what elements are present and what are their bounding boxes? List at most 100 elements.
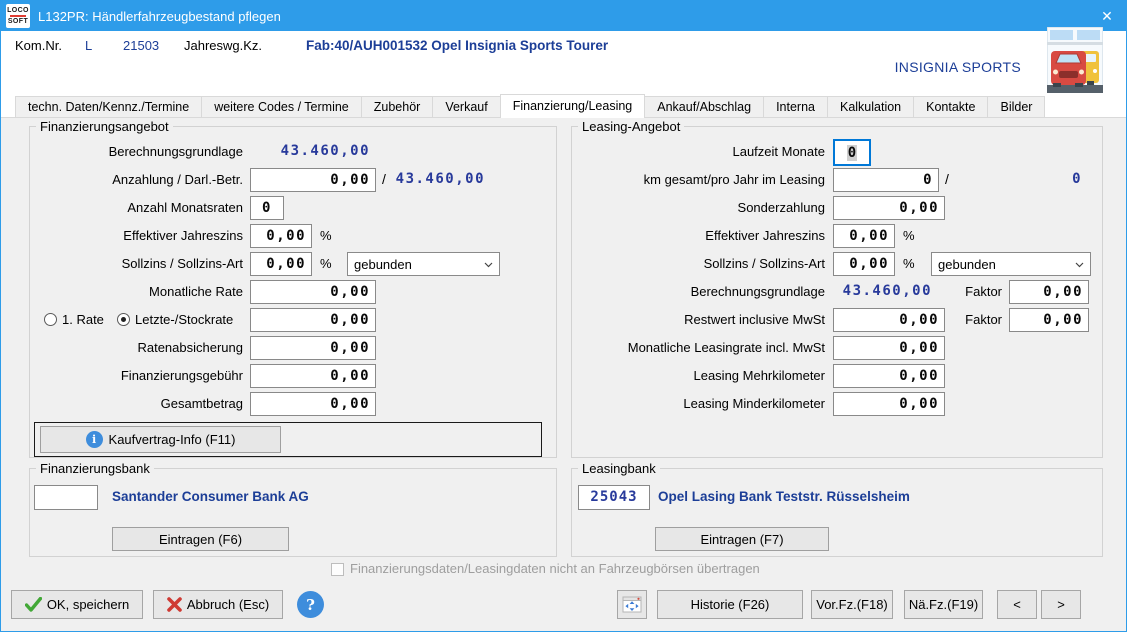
nae-fz-button[interactable]: Nä.Fz.(F19) [904, 590, 983, 619]
sonderzahlung-input[interactable]: 0,00 [833, 196, 945, 220]
km-separator: / [945, 171, 949, 187]
leasing-row-mehrkm: Leasing Mehrkilometer 0,00 [572, 364, 1102, 388]
close-icon[interactable]: ✕ [1096, 6, 1118, 26]
monatsraten-label: Anzahl Monatsraten [127, 200, 243, 215]
monatliche-rate-input[interactable]: 0,00 [250, 280, 376, 304]
tab-kontakte[interactable]: Kontakte [913, 96, 988, 117]
finance-bank-group-title: Finanzierungsbank [36, 461, 154, 476]
leasing-group: Leasing-Angebot Laufzeit Monate 0 km ges… [571, 126, 1103, 458]
leasing-row-minderkm: Leasing Minderkilometer 0,00 [572, 392, 1102, 416]
fin-sollzins-art-select[interactable]: gebunden [347, 252, 500, 276]
lea-sollzins-art-select[interactable]: gebunden [931, 252, 1091, 276]
tab-finanzierung-leasing[interactable]: Finanzierung/Leasing [500, 94, 646, 118]
kaufvertrag-info-label: Kaufvertrag-Info (F11) [109, 432, 236, 447]
anzahlung-label: Anzahlung / Darl.-Betr. [112, 172, 243, 187]
jahreswg-label: Jahreswg.Kz. [184, 38, 262, 53]
abbruch-button[interactable]: Abbruch (Esc) [153, 590, 283, 619]
mehrkm-input[interactable]: 0,00 [833, 364, 945, 388]
historie-button[interactable]: Historie (F26) [657, 590, 803, 619]
nae-fz-label: Nä.Fz.(F19) [909, 597, 978, 612]
leasing-row-laufzeit: Laufzeit Monate 0 [572, 140, 1102, 164]
ok-speichern-button[interactable]: OK, speichern [11, 590, 143, 619]
tab-interna[interactable]: Interna [763, 96, 828, 117]
logo-red-bar [10, 15, 26, 17]
lea-sollzins-input[interactable]: 0,00 [833, 252, 895, 276]
sonderzahlung-label: Sonderzahlung [738, 200, 825, 215]
tab-techn-daten[interactable]: techn. Daten/Kennz./Termine [15, 96, 202, 117]
restwert-label: Restwert inclusive MwSt [684, 312, 825, 327]
dialog-window: LOCO SOFT L132PR: Händlerfahrzeugbestand… [0, 0, 1127, 632]
finance-row-monatliche-rate: Monatliche Rate 0,00 [30, 280, 556, 304]
berechnungsgrundlage-label: Berechnungsgrundlage [109, 144, 243, 159]
finance-row-rate-radio: 1. Rate Letzte-/Stockrate 0,00 [30, 308, 556, 332]
laufzeit-value: 0 [847, 145, 857, 161]
lea-eff-zins-unit: % [903, 228, 915, 243]
radio-erste-rate[interactable] [44, 313, 57, 326]
radio-letzte-stockrate[interactable] [117, 313, 130, 326]
historie-label: Historie (F26) [691, 597, 770, 612]
chevron-down-icon [1075, 262, 1084, 268]
leasingrate-label: Monatliche Leasingrate incl. MwSt [628, 340, 825, 355]
next-label: > [1057, 597, 1065, 612]
tab-bar: techn. Daten/Kennz./Termine weitere Code… [1, 94, 1126, 118]
next-button[interactable]: > [1041, 590, 1081, 619]
km-label: km gesamt/pro Jahr im Leasing [644, 172, 825, 187]
kom-nr-label: Kom.Nr. [15, 38, 62, 53]
tab-zubehoer[interactable]: Zubehör [361, 96, 434, 117]
help-button[interactable]: ? [297, 591, 324, 618]
leasing-row-eff-zins: Effektiver Jahreszins 0,00 % [572, 224, 1102, 248]
finance-group: Finanzierungsangebot Berechnungsgrundlag… [29, 126, 557, 458]
check-icon [25, 597, 42, 612]
move-window-button[interactable] [617, 590, 647, 619]
window-title: L132PR: Händlerfahrzeugbestand pflegen [38, 9, 281, 24]
stockrate-input[interactable]: 0,00 [250, 308, 376, 332]
lea-eff-zins-input[interactable]: 0,00 [833, 224, 895, 248]
gesamtbetrag-input[interactable]: 0,00 [250, 392, 376, 416]
monatsraten-input[interactable]: 0 [250, 196, 284, 220]
fin-eff-zins-input[interactable]: 0,00 [250, 224, 312, 248]
tab-verkauf[interactable]: Verkauf [432, 96, 500, 117]
leasingrate-input[interactable]: 0,00 [833, 336, 945, 360]
eintragen-f7-button[interactable]: Eintragen (F7) [655, 527, 829, 551]
gebuehr-input[interactable]: 0,00 [250, 364, 376, 388]
vor-fz-button[interactable]: Vor.Fz.(F18) [811, 590, 893, 619]
gebuehr-label: Finanzierungsgebühr [121, 368, 243, 383]
logo-text-top: LOCO [7, 7, 29, 14]
laufzeit-input[interactable]: 0 [833, 139, 871, 166]
tab-kalkulation[interactable]: Kalkulation [827, 96, 914, 117]
leasing-row-restwert: Restwert inclusive MwSt 0,00 Faktor 0,00 [572, 308, 1102, 332]
kaufvertrag-info-button[interactable]: i Kaufvertrag-Info (F11) [40, 426, 281, 453]
leasing-bank-code-input[interactable]: 25043 [578, 485, 650, 510]
info-icon: i [86, 431, 103, 448]
restwert-input[interactable]: 0,00 [833, 308, 945, 332]
leasing-row-km: km gesamt/pro Jahr im Leasing 0 / 0 [572, 168, 1102, 192]
locosoft-logo-icon: LOCO SOFT [6, 4, 30, 28]
finance-bank-group: Finanzierungsbank Santander Consumer Ban… [29, 468, 557, 557]
logo-text-bottom: SOFT [8, 18, 28, 25]
leasing-bank-group: Leasingbank 25043 Opel Lasing Bank Tests… [571, 468, 1103, 557]
boersen-checkbox[interactable] [331, 563, 344, 576]
chevron-down-icon [484, 262, 493, 268]
faktor-label-1: Faktor [952, 284, 1002, 299]
km-gesamt-input[interactable]: 0 [833, 168, 939, 192]
tab-ankauf-abschlag[interactable]: Ankauf/Abschlag [644, 96, 764, 117]
finance-row-eff-zins: Effektiver Jahreszins 0,00 % [30, 224, 556, 248]
finance-bank-code-input[interactable] [34, 485, 98, 510]
eintragen-f6-button[interactable]: Eintragen (F6) [112, 527, 289, 551]
tab-bilder[interactable]: Bilder [987, 96, 1045, 117]
minderkm-input[interactable]: 0,00 [833, 392, 945, 416]
fin-sollzins-unit: % [320, 256, 332, 271]
km-pro-jahr-value: 0 [972, 171, 1082, 187]
faktor-input-1[interactable]: 0,00 [1009, 280, 1089, 304]
anzahlung-input[interactable]: 0,00 [250, 168, 376, 192]
ratenabsicherung-input[interactable]: 0,00 [250, 336, 376, 360]
lea-sollzins-art-value: gebunden [938, 257, 996, 272]
tab-weitere-codes[interactable]: weitere Codes / Termine [201, 96, 362, 117]
prev-button[interactable]: < [997, 590, 1037, 619]
faktor-input-2[interactable]: 0,00 [1009, 308, 1089, 332]
berechnungsgrundlage-value: 43.460,00 [250, 143, 370, 159]
model-badge: INSIGNIA SPORTS [861, 59, 1021, 75]
lea-berechnungsgrundlage-value: 43.460,00 [822, 283, 932, 299]
fin-sollzins-input[interactable]: 0,00 [250, 252, 312, 276]
laufzeit-label: Laufzeit Monate [732, 144, 825, 159]
